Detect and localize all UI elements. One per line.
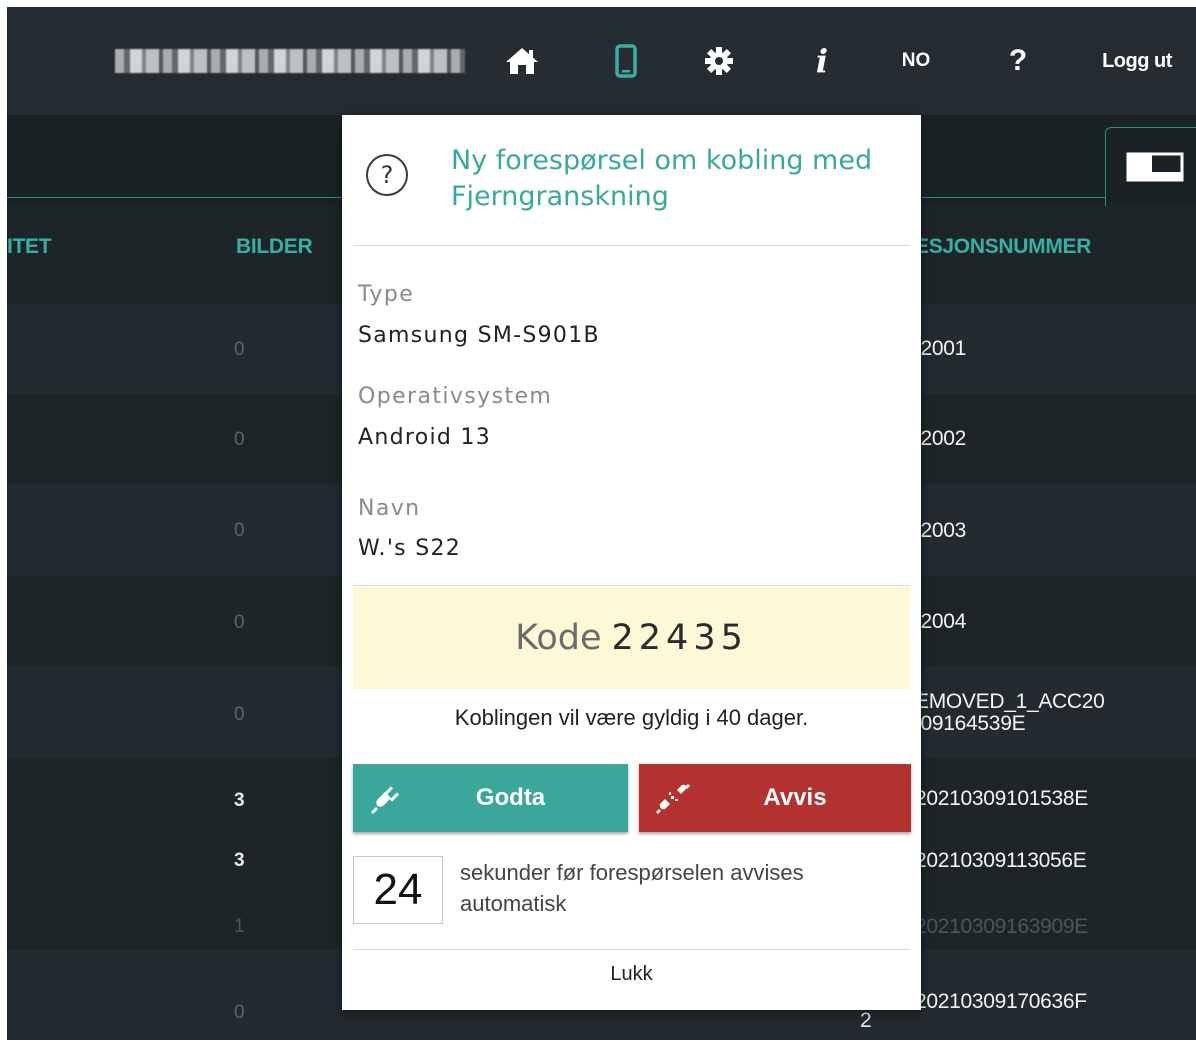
mobile-device-icon[interactable]	[608, 39, 644, 83]
help-icon[interactable]: ?	[1003, 39, 1033, 83]
info-icon[interactable]: i	[807, 39, 837, 83]
home-icon[interactable]	[502, 39, 542, 83]
divider	[353, 245, 910, 246]
cell-bilder: 3	[234, 790, 245, 811]
cell-bilder: 0	[234, 339, 245, 360]
close-button[interactable]: Lukk	[353, 963, 910, 986]
cell-sesjonsnummer: !2001	[915, 337, 967, 360]
cell-bilder: 1	[234, 916, 245, 937]
gear-icon[interactable]	[699, 39, 739, 83]
cell-bilder: 0	[234, 1002, 245, 1023]
cell-sesjonsnummer: 20210309163909E	[915, 915, 1089, 938]
column-header-partial[interactable]: ITET	[7, 235, 52, 259]
plug-disconnect-icon	[656, 784, 690, 814]
name-value: W.'s S22	[358, 536, 462, 561]
cell-sesjonsnummer-cont: !09164539E	[915, 712, 1026, 735]
user-name-redacted	[115, 49, 465, 73]
cell-bilder: 0	[234, 612, 245, 633]
code-value: 22435	[611, 618, 748, 658]
link-request-dialog: ? Ny forespørsel om kobling med Fjerngra…	[342, 115, 921, 1010]
os-label: Operativsystem	[358, 384, 553, 409]
dialog-title: Ny forespørsel om kobling med Fjerngrans…	[451, 145, 873, 212]
cell-sesjonsnummer: EMOVED_1_ACC20	[915, 690, 1105, 713]
divider	[353, 949, 910, 950]
question-circle-icon: ?	[366, 154, 408, 196]
countdown-text: sekunder før forespørselen avvises autom…	[460, 860, 804, 916]
top-navigation-bar: i NO ? Logg ut	[7, 7, 1196, 115]
cell-sesjonsnummer: 20210309101538E	[915, 787, 1089, 810]
cell-sesjonsnummer: 20210309170636F	[915, 990, 1087, 1013]
view-toggle-tab[interactable]	[1105, 127, 1196, 206]
accept-button[interactable]: Godta	[353, 764, 628, 832]
pairing-code-box: Kode 22435	[353, 587, 910, 689]
language-selector[interactable]: NO	[891, 39, 941, 83]
cell-count: 2	[860, 1009, 872, 1032]
os-value: Android 13	[358, 425, 492, 450]
logout-link[interactable]: Logg ut	[1087, 39, 1187, 83]
layout-icon	[1126, 152, 1184, 182]
plug-connect-icon	[371, 786, 400, 814]
column-header-sesjonsnummer[interactable]: ESJONSNUMMER	[915, 235, 1091, 259]
countdown-seconds: 24	[353, 856, 443, 924]
divider	[353, 585, 910, 586]
validity-text: Koblingen vil være gyldig i 40 dager.	[454, 705, 809, 730]
cell-bilder: 0	[234, 520, 245, 541]
cell-sesjonsnummer: !2002	[915, 427, 967, 450]
cell-sesjonsnummer: !2003	[915, 519, 967, 542]
cell-bilder: 0	[234, 429, 245, 450]
name-label: Navn	[358, 496, 421, 521]
column-header-bilder[interactable]: BILDER	[236, 235, 313, 259]
cell-sesjonsnummer: 20210309113056E	[915, 849, 1087, 872]
reject-button[interactable]: Avvis	[639, 764, 911, 832]
app-window: i NO ? Logg ut ITET BILDER ESJONSNUMMER …	[7, 7, 1196, 1040]
type-label: Type	[358, 282, 415, 307]
cell-sesjonsnummer: !2004	[915, 610, 967, 633]
cell-bilder: 3	[234, 850, 245, 871]
type-value: Samsung SM-S901B	[358, 323, 600, 348]
cell-bilder: 0	[234, 704, 245, 725]
code-label: Kode	[515, 618, 602, 658]
